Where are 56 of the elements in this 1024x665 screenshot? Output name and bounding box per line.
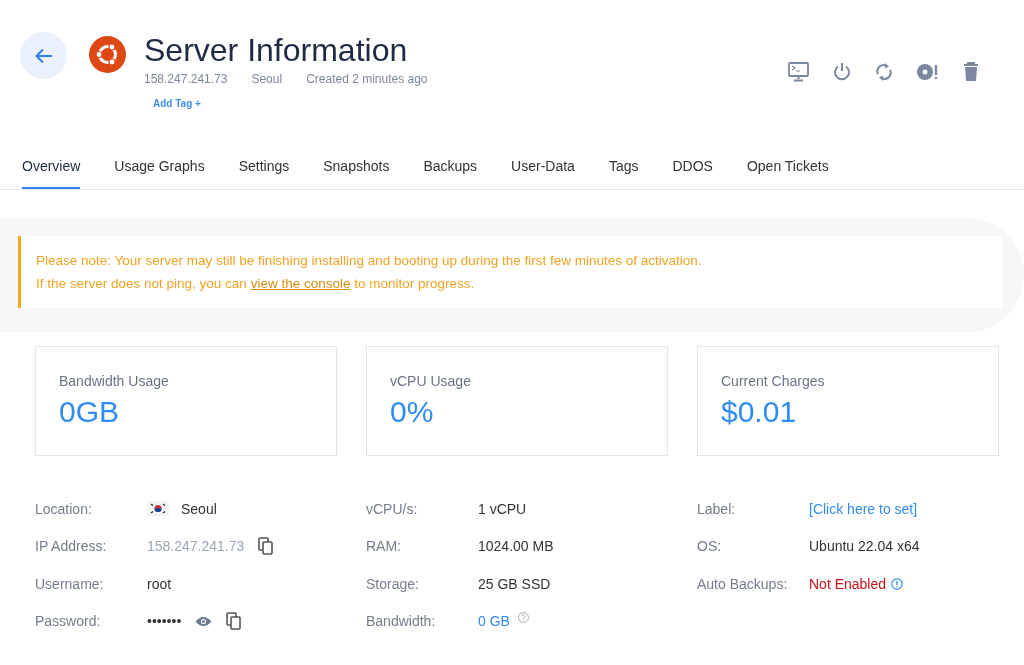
copy-icon[interactable] [226, 612, 243, 631]
location-value: Seoul [181, 500, 217, 517]
delete-icon[interactable] [963, 62, 979, 82]
stat-label: Bandwidth Usage [59, 373, 170, 389]
tab[interactable]: Open Tickets [746, 146, 829, 189]
detail-label: IP Address: [35, 538, 108, 555]
detail-value: Ubuntu 22.04 x64 [809, 538, 920, 555]
help-icon[interactable] [517, 611, 529, 623]
tab[interactable]: User-Data [511, 146, 575, 189]
tab[interactable]: Backups [423, 146, 478, 189]
detail-label: OS: [697, 538, 723, 555]
set-label-link[interactable]: [Click here to set] [809, 500, 918, 517]
tab[interactable]: Tags [608, 146, 639, 189]
notice-text: Please note: Your server may still be finishing installing and booting up during the first few minutes of activation. [36, 252, 703, 270]
stat-value: 0% [390, 395, 435, 429]
eye-icon[interactable] [195, 615, 213, 627]
tab[interactable]: Settings [238, 146, 290, 189]
created-time: Created 2 minutes ago [306, 72, 428, 86]
back-button[interactable] [20, 32, 67, 79]
console-monitor-icon[interactable] [788, 62, 809, 82]
page-title: Server Information [144, 32, 409, 68]
detail-label: Auto Backups: [697, 575, 789, 592]
refresh-icon[interactable] [875, 62, 893, 82]
stat-value: $0.01 [721, 395, 798, 429]
detail-value: 1 vCPU [478, 500, 527, 517]
info-icon[interactable] [891, 577, 904, 590]
server-location: Seoul [251, 72, 283, 86]
detail-label: Bandwidth: [366, 613, 437, 630]
copy-icon[interactable] [258, 537, 275, 556]
stat-value: 0GB [59, 395, 121, 429]
detail-value: root [147, 575, 172, 592]
detail-label: RAM: [366, 538, 402, 555]
detail-label: Storage: [366, 575, 420, 592]
tab[interactable]: DDOS [672, 146, 713, 189]
detail-label: vCPU/s: [366, 500, 419, 517]
detail-label: Location: [35, 500, 93, 517]
detail-label: Password: [35, 613, 102, 630]
detail-label: Label: [697, 500, 737, 517]
tab[interactable]: Snapshots [323, 146, 390, 189]
bandwidth-value: 0 GB [478, 613, 510, 630]
server-ip: 158.247.241.73 [144, 72, 228, 86]
stat-label: Current Charges [721, 373, 826, 389]
detail-label: Username: [35, 575, 105, 592]
tab[interactable]: Overview [22, 146, 81, 189]
tab[interactable]: Usage Graphs [114, 146, 205, 189]
notice-text: If the server does not ping, you can view the console to monitor progress. [36, 275, 476, 293]
stat-label: vCPU Usage [390, 373, 472, 389]
password-value: ••••••• [147, 613, 182, 630]
ip-value: 158.247.241.73 [147, 538, 245, 555]
power-icon[interactable] [832, 62, 852, 82]
detail-value: 25 GB SSD [478, 575, 551, 592]
back-arrow-icon [34, 47, 53, 64]
disc-alert-icon[interactable] [916, 62, 940, 82]
detail-value: 1024.00 MB [478, 538, 554, 555]
backups-status: Not Enabled [809, 575, 887, 592]
os-logo-icon [89, 36, 126, 73]
